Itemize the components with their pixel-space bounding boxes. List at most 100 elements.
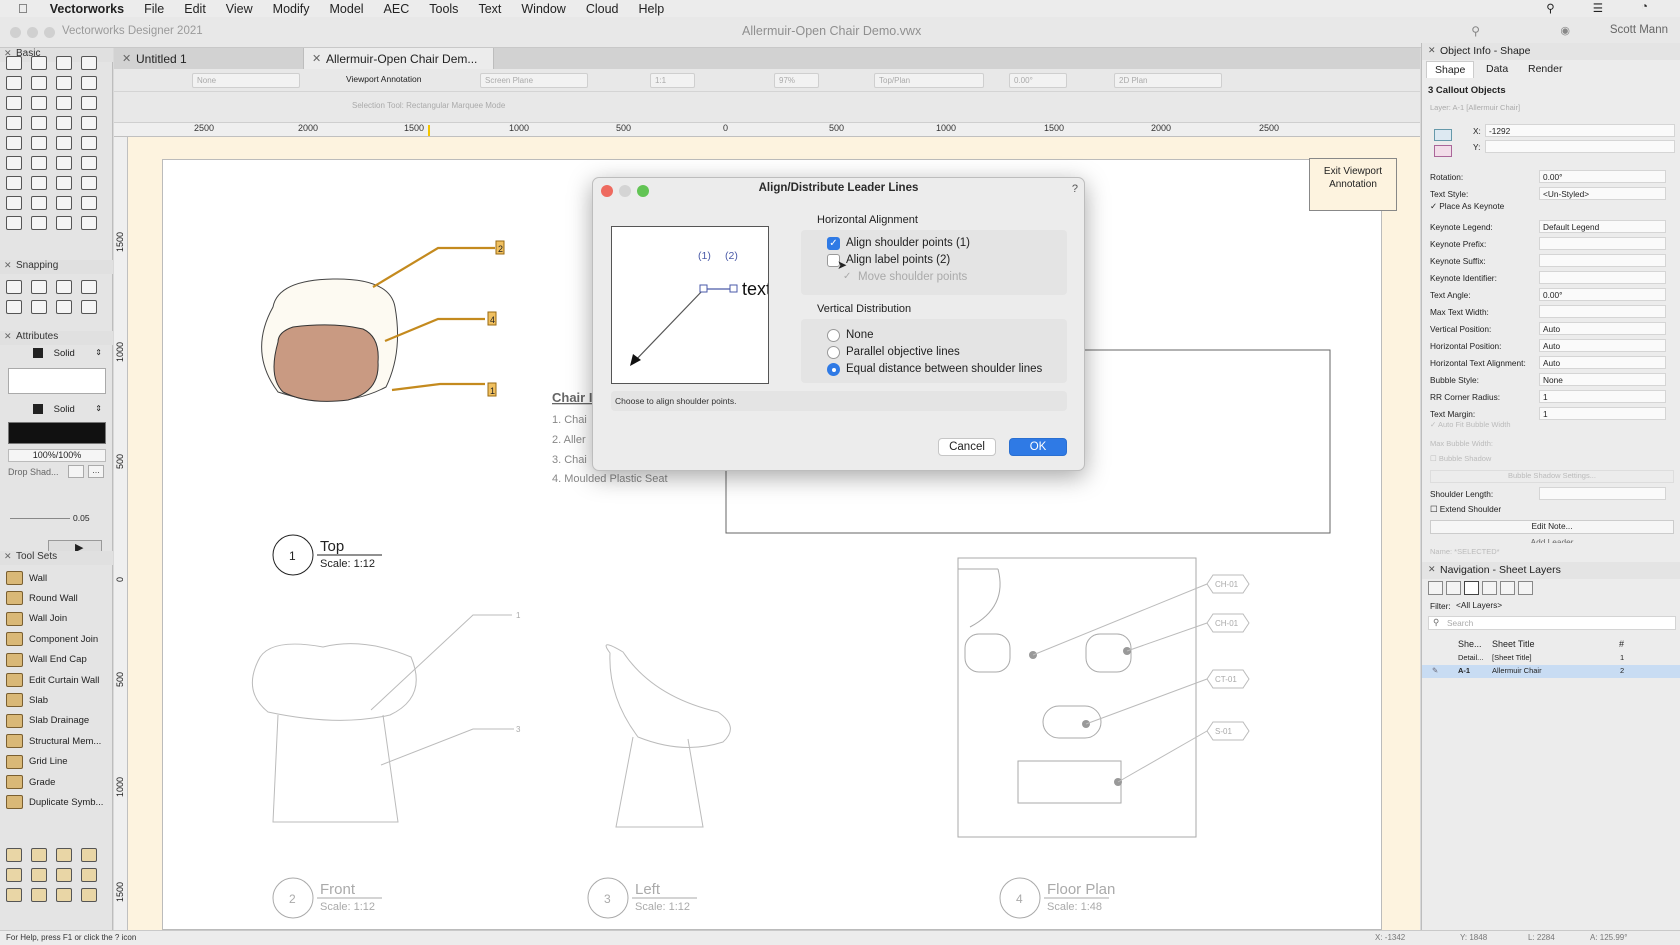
menu-model[interactable]: Model — [330, 2, 364, 16]
toolset-item[interactable]: Duplicate Symb... — [6, 792, 103, 812]
field-value[interactable]: <Un-Styled> — [1539, 187, 1666, 200]
menu-cloud[interactable]: Cloud — [586, 2, 619, 16]
viewport-annotation-label[interactable]: Viewport Annotation — [346, 74, 421, 84]
snap-grid-icon[interactable] — [6, 280, 22, 294]
rounded-rect-tool-icon[interactable] — [81, 96, 97, 110]
wall-join-tool-icon[interactable] — [31, 216, 47, 230]
menu-aec[interactable]: AEC — [384, 2, 410, 16]
bubble-shadow-checkbox[interactable]: ☐ Bubble Shadow — [1430, 454, 1491, 463]
close-tab-icon[interactable]: ✕ — [312, 52, 321, 65]
saved-views-icon[interactable] — [1518, 581, 1533, 595]
text-tool-icon[interactable] — [6, 76, 22, 90]
snap-object-icon[interactable] — [31, 280, 47, 294]
pan-tool-icon[interactable] — [31, 56, 47, 70]
ellipse-tool-icon[interactable] — [31, 116, 47, 130]
aec-tool-icon[interactable] — [81, 868, 97, 882]
auto-fit-bubble-width-checkbox[interactable]: ✓ Auto Fit Bubble Width — [1430, 420, 1511, 429]
fill-style-select[interactable]: Solid ⇕ — [8, 348, 108, 362]
radio-none-label[interactable]: None — [846, 329, 874, 341]
toolset-item[interactable]: Structural Mem... — [6, 731, 101, 751]
snap-angle-icon[interactable] — [56, 280, 72, 294]
column-header-sheet[interactable]: She... — [1458, 639, 1482, 649]
field-value[interactable]: Auto — [1539, 356, 1666, 369]
user-name[interactable]: Scott Mann — [1610, 24, 1668, 36]
clip-tool-icon[interactable] — [56, 76, 72, 90]
aec-tool-icon[interactable] — [81, 848, 97, 862]
place-as-keynote-checkbox[interactable]: ✓ Place As Keynote — [1430, 201, 1504, 211]
selection-tool-icon[interactable] — [6, 56, 22, 70]
attribute-mapping-tool-icon[interactable] — [56, 156, 72, 170]
dimension-tool-icon[interactable] — [31, 96, 47, 110]
aec-tool-icon[interactable] — [6, 848, 22, 862]
field-value[interactable]: Auto — [1539, 322, 1666, 335]
drop-shadow-toggle[interactable] — [68, 465, 84, 478]
add-leader-button[interactable]: Add Leader — [1430, 537, 1674, 543]
classes-icon[interactable] — [1482, 581, 1497, 595]
aec-tool-icon[interactable] — [56, 888, 72, 902]
name-field[interactable]: Name: *SELECTED* — [1430, 547, 1500, 556]
line-tool-icon[interactable] — [6, 96, 22, 110]
trim-tool-icon[interactable] — [31, 196, 47, 210]
zoom-tool-icon[interactable] — [81, 56, 97, 70]
extend-shoulder-checkbox[interactable]: ☐ Extend Shoulder — [1430, 504, 1501, 514]
eyedropper-tool-icon[interactable] — [31, 156, 47, 170]
arc-tool-icon[interactable] — [56, 116, 72, 130]
position-icon[interactable] — [1434, 145, 1452, 157]
y-field[interactable] — [1485, 140, 1675, 153]
render-mode-select[interactable]: 2D Plan — [1114, 73, 1222, 88]
menu-window[interactable]: Window — [521, 2, 565, 16]
rotation-field[interactable]: 0.00° — [1009, 73, 1067, 88]
menu-tools[interactable]: Tools — [429, 2, 458, 16]
field-value[interactable]: 1 — [1539, 390, 1666, 403]
align-shoulder-points-label[interactable]: Align shoulder points (1) — [846, 237, 970, 249]
snap-edge-icon[interactable] — [56, 300, 72, 314]
extend-tool-icon[interactable] — [56, 216, 72, 230]
spotlight-search-icon[interactable]: ⚲ — [1546, 1, 1554, 15]
field-value[interactable]: 0.00° — [1539, 288, 1666, 301]
clock-icon[interactable]: ◔ — [1641, 1, 1648, 15]
pen-swatch[interactable] — [8, 422, 106, 444]
drop-shadow-more-button[interactable]: … — [88, 465, 104, 478]
reshape-tool-icon[interactable] — [81, 156, 97, 170]
scale-field[interactable]: 1:1 — [650, 73, 695, 88]
menu-view[interactable]: View — [226, 2, 253, 16]
tab-data[interactable]: Data — [1478, 61, 1516, 78]
control-center-icon[interactable]: ☰ — [1593, 1, 1603, 15]
snap-smart-points-icon[interactable] — [31, 300, 47, 314]
toolset-item[interactable]: Slab — [6, 690, 48, 710]
toolset-item[interactable]: Grid Line — [6, 752, 68, 772]
field-value[interactable]: Default Legend — [1539, 220, 1666, 233]
pen-style-select[interactable]: Solid ⇕ — [8, 404, 108, 418]
search-icon[interactable]: ⚲ — [1471, 24, 1480, 38]
menu-help[interactable]: Help — [639, 2, 665, 16]
snap-intersection-icon[interactable] — [81, 280, 97, 294]
aec-tool-icon[interactable] — [6, 888, 22, 902]
field-value[interactable]: 0.00° — [1539, 170, 1666, 183]
layer-field[interactable]: Layer: A-1 [Allermuir Chair] — [1430, 103, 1674, 115]
column-header-number[interactable]: # — [1619, 639, 1624, 649]
field-value[interactable] — [1539, 254, 1666, 267]
app-menu[interactable]: Vectorworks — [50, 2, 124, 16]
shoulder-length-field[interactable] — [1539, 487, 1666, 500]
anchor-point-icon[interactable] — [1434, 129, 1452, 141]
close-tab-icon[interactable]: ✕ — [122, 52, 131, 65]
snap-tangent-icon[interactable] — [81, 300, 97, 314]
radio-equal-distance-label[interactable]: Equal distance between shoulder lines — [846, 363, 1042, 375]
visibility-tool-icon[interactable] — [81, 76, 97, 90]
fillet-tool-icon[interactable] — [56, 196, 72, 210]
aec-tool-icon[interactable] — [56, 868, 72, 882]
chamfer-tool-icon[interactable] — [81, 196, 97, 210]
line-weight-value[interactable]: 0.05 — [73, 513, 90, 523]
zoom-field[interactable]: 97% — [774, 73, 819, 88]
field-value[interactable]: 1 — [1539, 407, 1666, 420]
aec-tool-icon[interactable] — [31, 888, 47, 902]
polygon-tool-icon[interactable] — [6, 136, 22, 150]
zoom-window-button[interactable] — [44, 27, 55, 38]
align-shoulder-points-checkbox[interactable]: ✓ — [827, 237, 840, 250]
aec-tool-icon[interactable] — [31, 868, 47, 882]
toolset-item[interactable]: Round Wall — [6, 588, 78, 608]
offset-tool-icon[interactable] — [6, 176, 22, 190]
mirror-tool-icon[interactable] — [31, 176, 47, 190]
layers-icon[interactable] — [1446, 581, 1461, 595]
circle-tool-icon[interactable] — [6, 116, 22, 130]
